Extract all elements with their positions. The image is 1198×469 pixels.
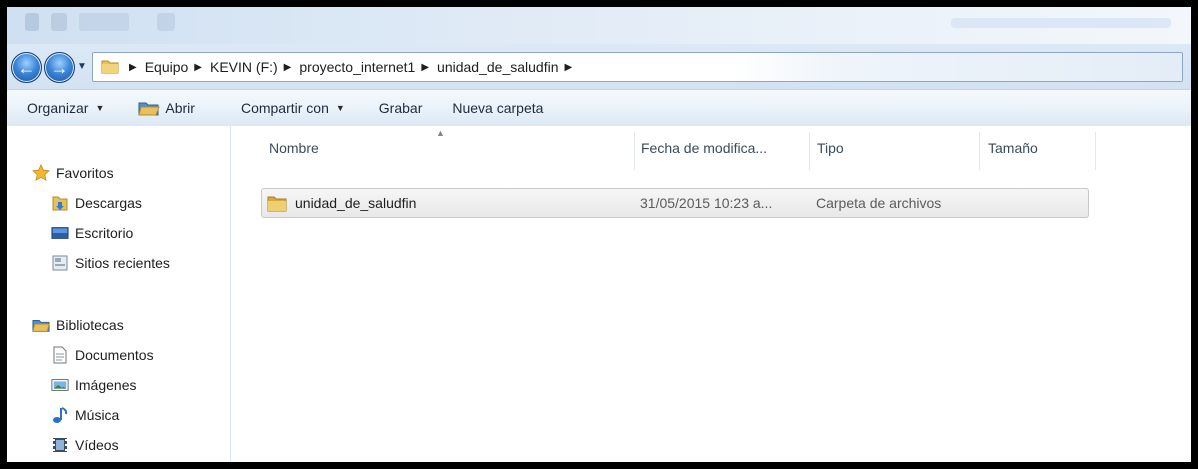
breadcrumb-item-equipo[interactable]: Equipo: [143, 59, 191, 75]
libraries-icon: [32, 316, 50, 334]
column-header-label: Tipo: [817, 140, 844, 156]
organize-label: Organizar: [27, 100, 89, 116]
sidebar-item-label: Bibliotecas: [56, 317, 124, 333]
star-icon: [32, 164, 50, 182]
open-folder-icon: [138, 102, 161, 116]
column-divider[interactable]: [809, 132, 810, 170]
sidebar-item-label: Imágenes: [75, 377, 137, 393]
sidebar-item-label: Descargas: [75, 195, 142, 211]
sidebar-item-documents[interactable]: Documentos: [51, 340, 154, 370]
share-label: Compartir con: [240, 100, 329, 116]
organize-button[interactable]: Organizar ▼: [7, 90, 118, 126]
sidebar-item-label: Música: [75, 407, 120, 423]
breadcrumb-separator-icon[interactable]: ▶: [561, 62, 579, 73]
sidebar-item-label: Documentos: [75, 347, 154, 363]
downloads-folder-icon: [51, 194, 69, 212]
sidebar-item-favorites[interactable]: Favoritos: [32, 158, 114, 188]
sidebar-item-downloads[interactable]: Descargas: [51, 188, 142, 218]
column-divider[interactable]: [1095, 132, 1096, 170]
sidebar-item-pictures[interactable]: Imágenes: [51, 370, 136, 400]
breadcrumb: ▶ Equipo ▶ KEVIN (F:) ▶ proyecto_interne…: [125, 53, 578, 81]
column-header-label: Nombre: [269, 140, 319, 156]
command-bar: Organizar ▼ Abrir Compartir con ▼ Grabar…: [7, 89, 1191, 127]
open-label: Abrir: [165, 100, 195, 116]
recent-places-icon: [51, 254, 69, 272]
forward-button[interactable]: →: [44, 52, 75, 83]
quick-access-save-icon[interactable]: [51, 13, 67, 31]
breadcrumb-item-current[interactable]: unidad_de_saludfin: [435, 59, 560, 75]
documents-icon: [51, 346, 69, 364]
sidebar-item-label: Favoritos: [56, 165, 114, 181]
quick-access-properties-icon[interactable]: [25, 13, 39, 31]
pictures-icon: [51, 376, 69, 394]
desktop-icon: [51, 224, 69, 242]
file-date: 31/05/2015 10:23 a...: [640, 195, 773, 211]
folder-icon: [101, 60, 119, 74]
back-button[interactable]: ←: [11, 52, 42, 83]
quick-access-undo-icon[interactable]: [79, 13, 129, 31]
sidebar-item-desktop[interactable]: Escritorio: [51, 218, 133, 248]
recent-pages-dropdown-icon[interactable]: ▼: [76, 60, 88, 72]
column-divider[interactable]: [979, 132, 980, 170]
chevron-down-icon: ▼: [95, 103, 105, 113]
title-bar: [7, 7, 1191, 44]
sidebar-item-label: Escritorio: [75, 225, 134, 241]
sidebar-item-label: Vídeos: [75, 437, 119, 453]
chevron-down-icon: ▼: [335, 103, 345, 113]
address-bar-fade: [733, 53, 1182, 81]
breadcrumb-item-project[interactable]: proyecto_internet1: [297, 59, 417, 75]
column-header-label: Fecha de modifica...: [641, 140, 768, 156]
navigation-pane: Favoritos Descargas Escritorio Sitios re…: [7, 126, 231, 462]
column-header-row: Nombre ▲ Fecha de modifica... Tipo Tamañ…: [231, 126, 1191, 170]
back-arrow-icon: ←: [17, 57, 36, 78]
open-button[interactable]: Abrir: [118, 90, 209, 126]
new-folder-button[interactable]: Nueva carpeta: [436, 90, 557, 126]
column-header-date[interactable]: Fecha de modifica...: [641, 126, 767, 170]
column-divider[interactable]: [634, 132, 635, 170]
breadcrumb-separator-icon[interactable]: ▶: [280, 62, 298, 73]
explorer-window: ← → ▼ ▶ Equipo ▶ KEVIN (F:) ▶ proyecto_i…: [7, 7, 1191, 462]
window-title-ghost: [951, 18, 1171, 28]
breadcrumb-separator-icon[interactable]: ▶: [125, 62, 143, 73]
column-header-name[interactable]: Nombre: [269, 126, 319, 170]
sidebar-item-libraries[interactable]: Bibliotecas: [32, 310, 124, 340]
sidebar-item-music[interactable]: Música: [51, 400, 119, 430]
new-folder-label: Nueva carpeta: [452, 100, 544, 116]
breadcrumb-separator-icon[interactable]: ▶: [190, 62, 208, 73]
sidebar-item-label: Sitios recientes: [75, 255, 170, 271]
breadcrumb-item-drive[interactable]: KEVIN (F:): [208, 59, 280, 75]
folder-icon: [267, 196, 287, 212]
table-row[interactable]: unidad_de_saludfin 31/05/2015 10:23 a...…: [261, 188, 1089, 218]
column-header-type[interactable]: Tipo: [817, 126, 844, 170]
column-header-label: Tamaño: [988, 140, 1038, 156]
address-bar[interactable]: ▶ Equipo ▶ KEVIN (F:) ▶ proyecto_interne…: [92, 52, 1183, 82]
breadcrumb-separator-icon[interactable]: ▶: [417, 62, 435, 73]
music-icon: [51, 406, 69, 424]
file-type: Carpeta de archivos: [816, 195, 942, 211]
file-list: Nombre ▲ Fecha de modifica... Tipo Tamañ…: [231, 126, 1191, 462]
column-header-size[interactable]: Tamaño: [988, 126, 1038, 170]
quick-access-dropdown-icon[interactable]: [157, 13, 175, 31]
file-name: unidad_de_saludfin: [295, 195, 417, 211]
share-with-button[interactable]: Compartir con ▼: [209, 90, 359, 126]
sidebar-item-videos[interactable]: Vídeos: [51, 430, 119, 460]
burn-button[interactable]: Grabar: [359, 90, 437, 126]
sort-ascending-icon: ▲: [436, 128, 445, 138]
burn-label: Grabar: [378, 100, 423, 116]
videos-icon: [51, 436, 69, 454]
forward-arrow-icon: →: [50, 57, 69, 78]
navigation-row: ← → ▼ ▶ Equipo ▶ KEVIN (F:) ▶ proyecto_i…: [7, 44, 1191, 89]
sidebar-item-recent-places[interactable]: Sitios recientes: [51, 248, 170, 278]
